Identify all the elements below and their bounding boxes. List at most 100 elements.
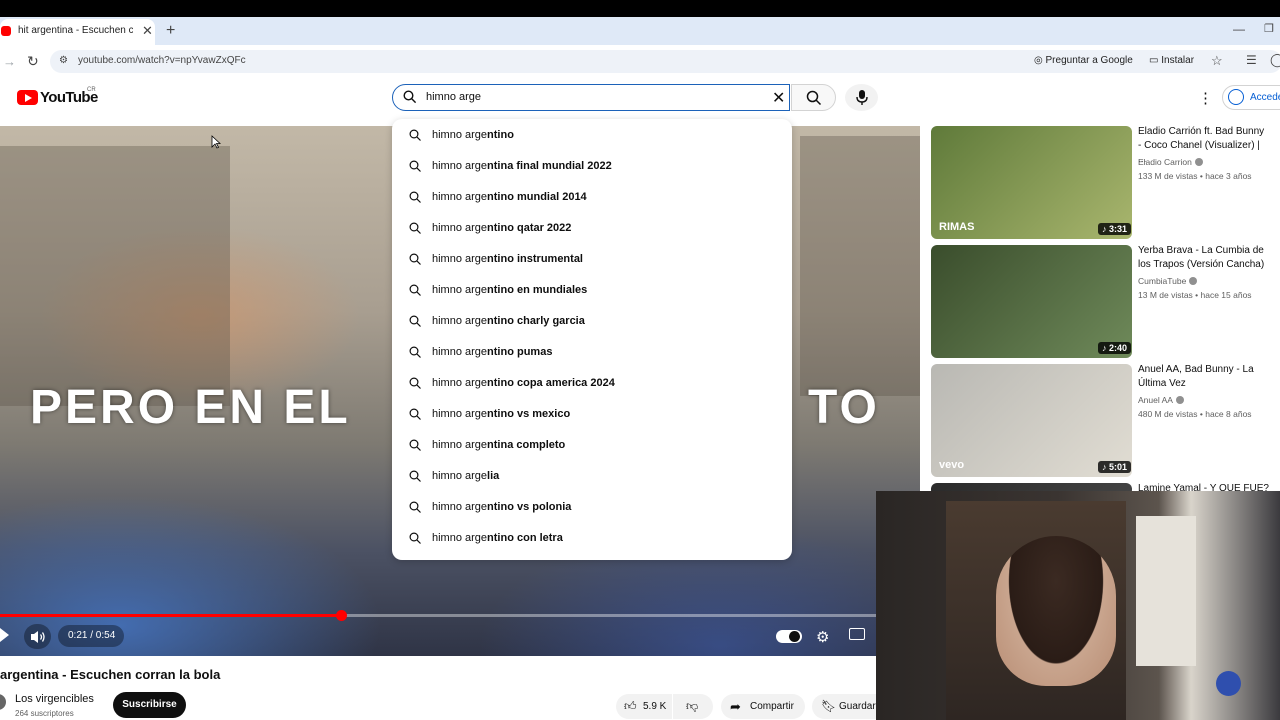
suggestion-match: himno arge: [432, 284, 488, 296]
like-button[interactable]: 👍︎ 5.9 K: [616, 694, 672, 719]
search-icon: [403, 90, 417, 104]
suggestion-item[interactable]: himno argentino instrumental: [392, 244, 792, 275]
suggestion-text: himno argentino charly garcia: [432, 315, 585, 327]
url-text[interactable]: youtube.com/watch?v=npYvawZxQFc: [78, 55, 246, 66]
suggestion-item[interactable]: himno argentino mundial 2014: [392, 182, 792, 213]
search-query-text[interactable]: himno arge: [426, 91, 481, 103]
suggestion-completion: ntino mundial 2014: [487, 191, 587, 203]
dislike-button[interactable]: 👎︎: [673, 694, 713, 719]
google-lens-icon: ◎: [1034, 55, 1046, 66]
channel-name[interactable]: Los virgencibles: [15, 693, 94, 705]
recommended-meta: 480 M de vistas • hace 8 años: [1138, 409, 1252, 419]
suggestion-match: himno arge: [432, 191, 488, 203]
suggestion-completion: ntina final mundial 2022: [487, 160, 612, 172]
video-frame-building-left: [0, 146, 230, 406]
country-code: CR: [87, 87, 96, 93]
suggestion-item[interactable]: himno argentino copa america 2024: [392, 368, 792, 399]
suggestion-item[interactable]: himno argentina final mundial 2022: [392, 151, 792, 182]
suggestion-search-icon: [409, 470, 421, 482]
more-options-icon[interactable]: ⋮: [1198, 89, 1213, 107]
webcam-person: [996, 536, 1116, 686]
suggestion-item[interactable]: himno argentino pumas: [392, 337, 792, 368]
suggestion-match: himno arge: [432, 377, 488, 389]
suggestion-item[interactable]: himno argentino con letra: [392, 523, 792, 554]
suggestion-completion: ntino instrumental: [487, 253, 583, 265]
duration-badge: ♪ 3:31: [1098, 223, 1132, 235]
clear-search-icon[interactable]: ✕: [772, 88, 785, 108]
webcam-helmet: [1216, 671, 1241, 696]
suggestion-text: himno argentino: [432, 129, 514, 141]
suggestion-completion: ntino pumas: [487, 346, 553, 358]
suggestion-text: himno argentino copa america 2024: [432, 377, 615, 389]
suggestion-match: himno arge: [432, 439, 488, 451]
webcam-overlay: [876, 491, 1280, 720]
time-text: 0:21 / 0:54: [68, 630, 116, 641]
top-black-bar: [0, 0, 1280, 17]
suggestion-search-icon: [409, 501, 421, 513]
new-tab-icon[interactable]: +: [166, 22, 175, 40]
video-caption-right: TO: [808, 381, 880, 434]
suggestion-match: himno arge: [432, 253, 488, 265]
suggestion-completion: ntino en mundiales: [487, 284, 588, 296]
suggestion-text: himno argentino vs mexico: [432, 408, 570, 420]
recommended-channel[interactable]: Anuel AA: [1138, 395, 1184, 405]
suggestion-search-icon: [409, 160, 421, 172]
suggestion-text: himno argentino pumas: [432, 346, 552, 358]
thumbnail-brand-label: RIMAS: [939, 221, 975, 233]
suggestion-item[interactable]: himno argentino: [392, 120, 792, 151]
suggestion-item[interactable]: himno argentina completo: [392, 430, 792, 461]
tab-strip: [0, 17, 1280, 45]
forward-icon[interactable]: →: [3, 54, 16, 69]
suggestion-item[interactable]: himno argentino vs polonia: [392, 492, 792, 523]
duration-badge: ♪ 2:40: [1098, 342, 1132, 354]
recommended-list: RIMAS ♪ 3:31 Eladio Carrión ft. Bad Bunny …: [931, 126, 1280, 496]
suggestion-match: himno arge: [432, 222, 488, 234]
reading-list-icon[interactable]: ☰: [1246, 53, 1257, 67]
bookmark-icon: 🔖︎: [821, 699, 837, 713]
autoplay-toggle[interactable]: [776, 630, 802, 643]
subscribe-button[interactable]: Suscribirse: [113, 692, 186, 718]
suggestion-search-icon: [409, 439, 421, 451]
install-button[interactable]: ▭ Instalar: [1149, 53, 1194, 69]
reload-icon[interactable]: ↻: [27, 53, 39, 70]
suggestion-search-icon: [409, 315, 421, 327]
tab-close-icon[interactable]: ✕: [142, 23, 153, 39]
verified-icon: [1175, 396, 1184, 404]
suggestion-item[interactable]: himno argentino en mundiales: [392, 275, 792, 306]
window-maximize-icon[interactable]: ❐: [1264, 22, 1274, 35]
ask-google-button[interactable]: ◎ Preguntar a Google: [1034, 53, 1133, 69]
duration-badge: ♪ 5:01: [1098, 461, 1132, 473]
miniplayer-icon[interactable]: [849, 628, 865, 640]
play-icon[interactable]: [0, 628, 10, 647]
thumbs-down-icon: 👎︎: [686, 699, 699, 713]
settings-gear-icon[interactable]: ⚙: [816, 628, 829, 646]
suggestion-item[interactable]: himno argentino charly garcia: [392, 306, 792, 337]
bookmark-star-icon[interactable]: ☆: [1211, 53, 1223, 69]
suggestion-search-icon: [409, 191, 421, 203]
suggestion-match: himno arge: [432, 501, 488, 513]
profile-icon[interactable]: ◯: [1270, 52, 1280, 68]
suggestion-text: himno argentino qatar 2022: [432, 222, 571, 234]
recommended-channel[interactable]: Eladio Carrion: [1138, 157, 1203, 167]
suggestion-text: himno argentino vs polonia: [432, 501, 571, 513]
recommended-channel[interactable]: CumbiaTube: [1138, 276, 1198, 286]
suggestion-text: himno argentina completo: [432, 439, 565, 451]
suggestion-item[interactable]: himno argentino vs mexico: [392, 399, 792, 430]
save-button[interactable]: 🔖︎ Guardar: [812, 694, 876, 719]
channel-avatar[interactable]: [0, 694, 6, 710]
suggestion-item[interactable]: himno argentino qatar 2022: [392, 213, 792, 244]
verified-icon: [1194, 158, 1203, 166]
recommended-title[interactable]: Yerba Brava - La Cumbia de los Trapos (V…: [1138, 244, 1270, 272]
site-info-icon[interactable]: ⚙: [59, 55, 71, 67]
sign-in-label: Acceder: [1250, 92, 1280, 103]
suggestion-match: himno arge: [432, 129, 488, 141]
window-minimize-icon[interactable]: —: [1233, 22, 1245, 36]
progress-scrubber[interactable]: [335, 610, 347, 621]
recommended-title[interactable]: Anuel AA, Bad Bunny - La Última Vez: [1138, 363, 1270, 391]
youtube-favicon-icon: [1, 26, 11, 36]
suggestion-item[interactable]: himno argelia: [392, 461, 792, 492]
share-button[interactable]: ➦ Compartir: [721, 694, 805, 719]
recommended-channel-name: CumbiaTube: [1138, 276, 1187, 286]
progress-played: [0, 614, 341, 617]
suggestion-search-icon: [409, 408, 421, 420]
